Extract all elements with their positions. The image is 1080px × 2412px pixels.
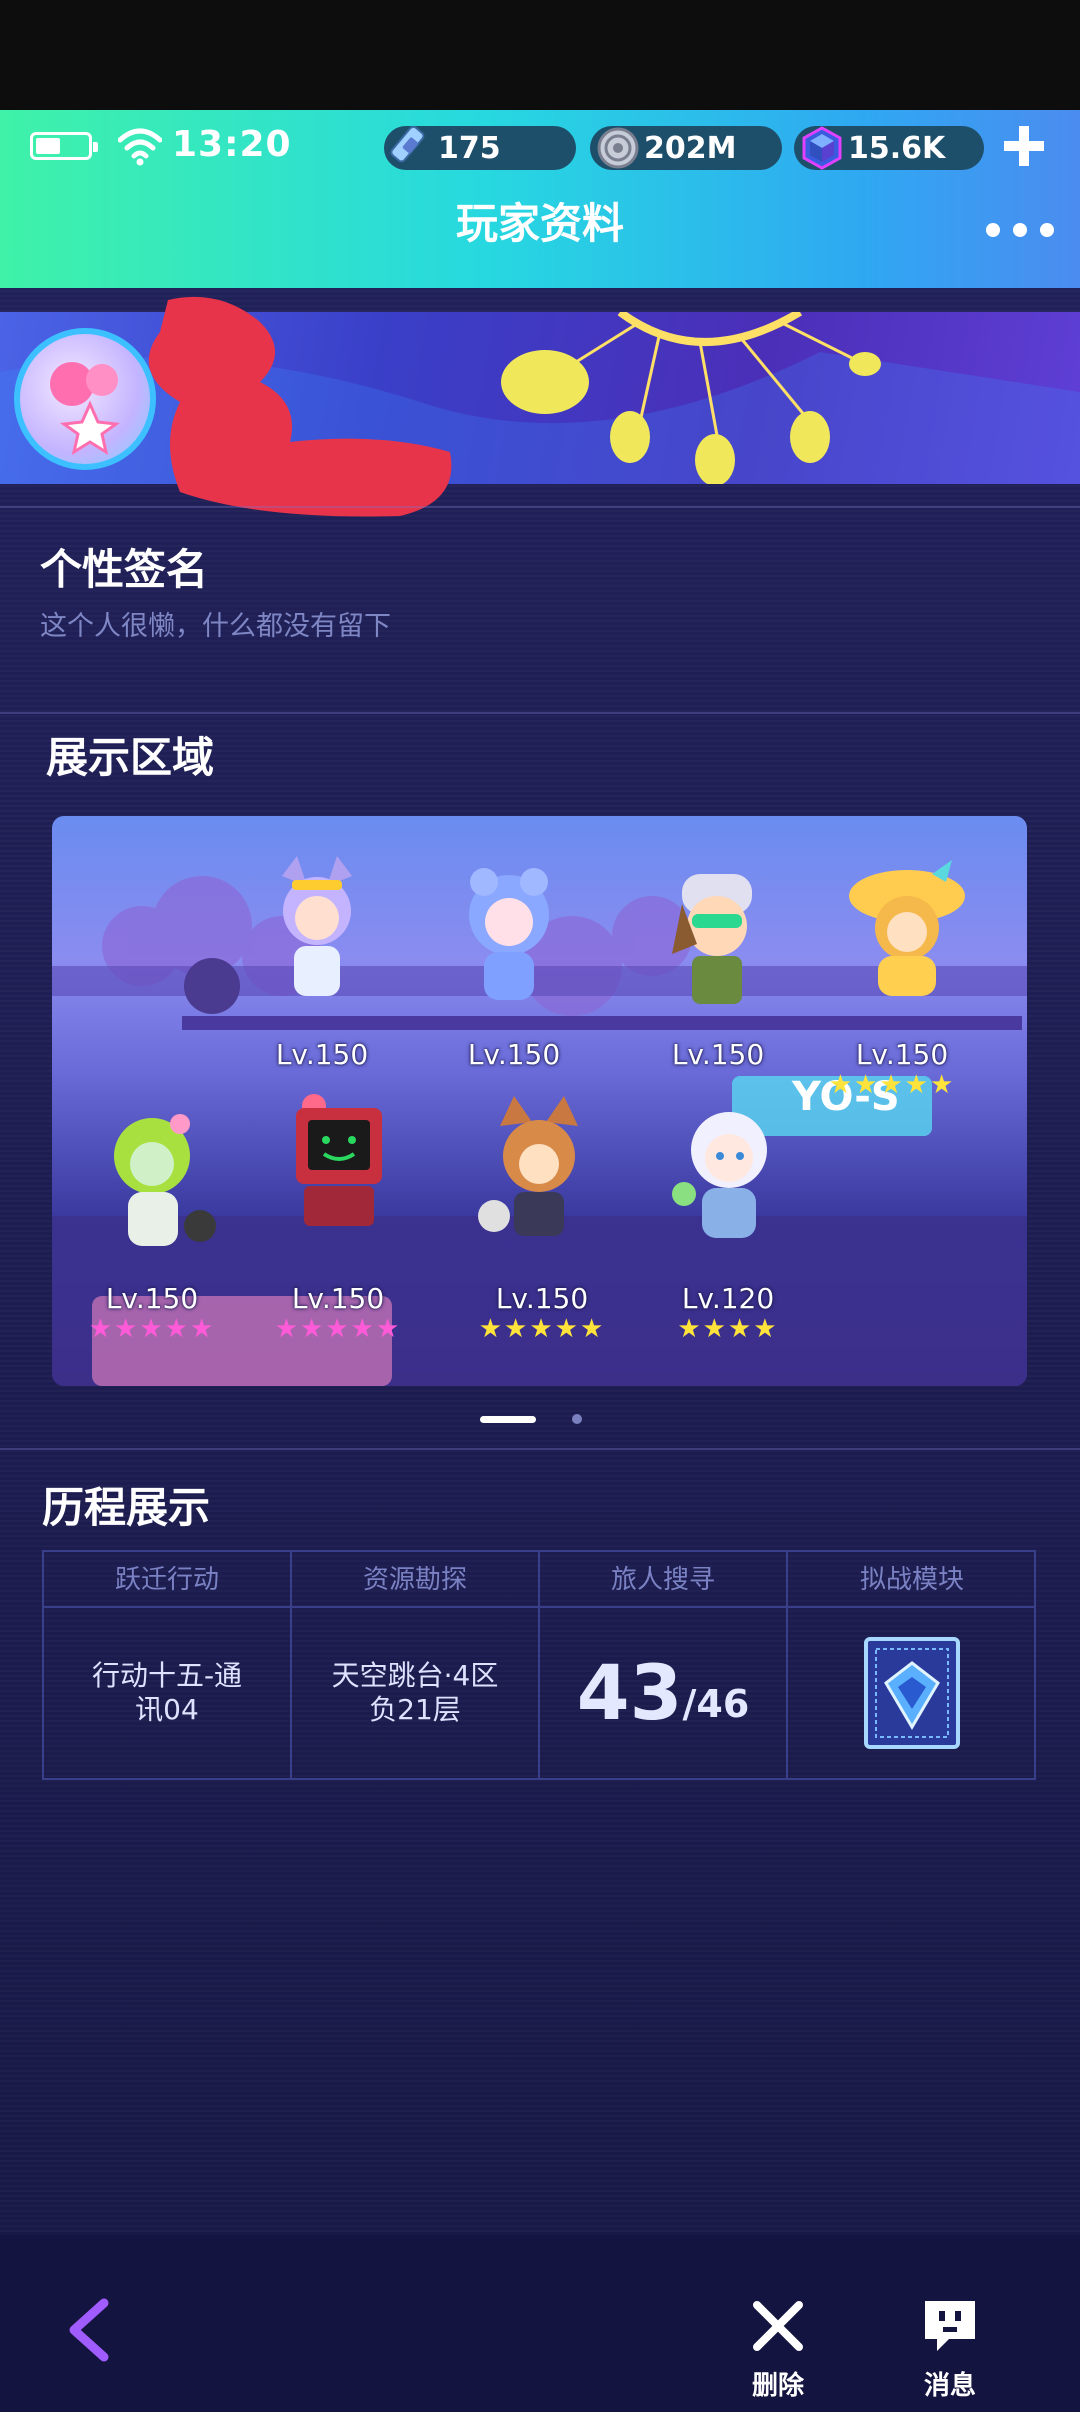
- status-time: 13:20: [172, 124, 292, 165]
- energy-ticket-value: 175: [438, 130, 501, 166]
- character-stars: ★★★★★: [274, 1314, 402, 1344]
- more-dot-icon: [1040, 223, 1054, 237]
- coin-counter[interactable]: 202M: [590, 126, 782, 170]
- history-column-value: [788, 1610, 1036, 1776]
- history-column-value: 行动十五-通 讯04: [44, 1610, 290, 1776]
- coin-icon: [597, 127, 639, 169]
- history-column[interactable]: 资源勘探 天空跳台·4区 负21层: [292, 1552, 540, 1778]
- character-level: Lv.150: [105, 1282, 199, 1315]
- wifi-icon: [118, 128, 162, 166]
- character-level: Lv.150: [855, 1038, 949, 1071]
- divider: [0, 1448, 1080, 1450]
- character-level: Lv.150: [467, 1038, 561, 1071]
- message-icon: [925, 2301, 975, 2351]
- character-straw-hat-girl[interactable]: [842, 856, 972, 1006]
- character-level: Lv.150: [495, 1282, 589, 1315]
- gem-value: 15.6K: [848, 130, 946, 166]
- history-column[interactable]: 旅人搜寻 43 /46: [540, 1552, 788, 1778]
- combat-module-badge-icon: [864, 1637, 960, 1749]
- signature-text: 这个人很懒，什么都没有留下: [40, 611, 391, 642]
- signature-title: 个性签名: [40, 545, 209, 594]
- character-level: Lv.120: [681, 1282, 775, 1315]
- showcase-pager[interactable]: [480, 1414, 600, 1426]
- energy-ticket-counter[interactable]: 175: [384, 125, 576, 170]
- delete-label: 删除: [751, 2371, 804, 2401]
- character-goggles-boy[interactable]: [652, 864, 782, 1014]
- gem-counter[interactable]: 15.6K: [794, 126, 984, 170]
- history-column-header: 旅人搜寻: [540, 1552, 786, 1608]
- redaction-mark: [148, 296, 452, 517]
- character-level: Lv.150: [291, 1282, 385, 1315]
- character-stars: ★★★★★: [478, 1314, 606, 1344]
- character-white-hair-boy[interactable]: [664, 1098, 794, 1248]
- character-stars: ★★★★★: [88, 1314, 216, 1344]
- battery-icon: [30, 132, 98, 160]
- character-blue-hair-girl[interactable]: [444, 860, 574, 1010]
- character-stars: ★★★★: [677, 1314, 779, 1344]
- showcase-title: 展示区域: [46, 733, 215, 782]
- pager-dot-active[interactable]: [480, 1416, 536, 1423]
- history-column-header: 资源勘探: [292, 1552, 538, 1608]
- character-level: Lv.150: [671, 1038, 765, 1071]
- character-level: Lv.150: [275, 1038, 369, 1071]
- character-stars: ★★★★★: [828, 1070, 956, 1100]
- message-label: 消息: [923, 2371, 976, 2401]
- value-line: 行动十五-通: [91, 1659, 243, 1692]
- coin-value: 202M: [644, 130, 737, 166]
- character-green-hair-girl[interactable]: [92, 1106, 222, 1256]
- history-column-header: 拟战模块: [788, 1552, 1036, 1608]
- more-options-button[interactable]: [986, 218, 1054, 242]
- more-dot-icon: [1013, 223, 1027, 237]
- history-table: 跃迁行动 行动十五-通 讯04 资源勘探 天空跳台·4区 负21层 旅人搜寻 4…: [42, 1550, 1036, 1780]
- history-column[interactable]: 拟战模块: [788, 1552, 1036, 1778]
- value-line: 天空跳台·4区: [331, 1659, 499, 1692]
- history-column-header: 跃迁行动: [44, 1552, 290, 1608]
- status-row: 13:20 175 202M 15.6K: [0, 118, 1080, 174]
- add-currency-button[interactable]: [996, 118, 1052, 174]
- energy-ticket-icon: [390, 125, 425, 163]
- gem-icon: [802, 126, 842, 170]
- page-title: 玩家资料: [455, 199, 624, 248]
- value-line: 负21层: [369, 1693, 461, 1726]
- value-line: 讯04: [135, 1693, 199, 1726]
- divider: [0, 506, 1080, 508]
- history-column-value: 43 /46: [540, 1610, 786, 1776]
- back-button[interactable]: [60, 2295, 116, 2365]
- status-bar-bg: [0, 0, 1080, 110]
- character-fox-boy[interactable]: [474, 1096, 604, 1246]
- divider: [0, 712, 1080, 714]
- history-title: 历程展示: [42, 1483, 211, 1532]
- character-fox-girl[interactable]: [252, 856, 382, 1006]
- bottom-bar: 删除 消息: [0, 2235, 1080, 2412]
- pager-dot[interactable]: [572, 1414, 582, 1424]
- history-column[interactable]: 跃迁行动 行动十五-通 讯04: [44, 1552, 292, 1778]
- character-robot[interactable]: [274, 1088, 404, 1238]
- close-icon: [753, 2301, 803, 2351]
- more-dot-icon: [986, 223, 1000, 237]
- traveler-total: /46: [682, 1682, 750, 1726]
- delete-button[interactable]: 删除: [728, 2295, 828, 2405]
- traveler-current: 43: [576, 1648, 683, 1737]
- avatar-emblem-icon: [50, 362, 121, 456]
- player-avatar[interactable]: [14, 328, 156, 470]
- showcase-panel[interactable]: YO-S Lv.150 Lv.150 Lv.150 Lv.150 ★★★★★ L…: [52, 816, 1027, 1386]
- history-column-value: 天空跳台·4区 负21层: [292, 1610, 538, 1776]
- message-button[interactable]: 消息: [900, 2295, 1000, 2405]
